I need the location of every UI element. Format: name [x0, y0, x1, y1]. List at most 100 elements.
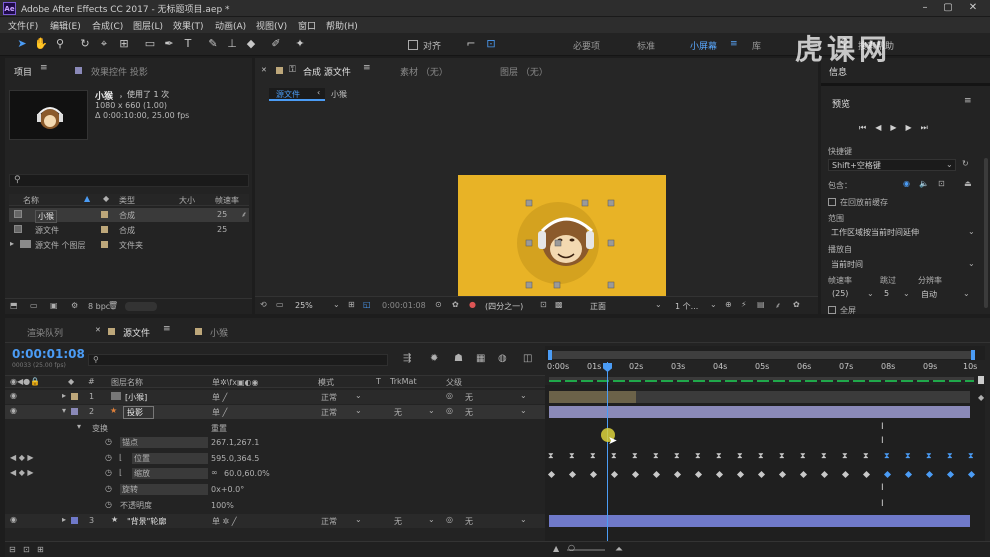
col-name[interactable]: 名称 [23, 195, 39, 206]
parent-select[interactable]: 无 [465, 407, 473, 418]
keyframe[interactable] [547, 470, 556, 479]
close-tab-icon[interactable]: ✕ [95, 326, 101, 334]
col-trkmat[interactable]: TrkMat [390, 377, 417, 386]
interpret-footage-icon[interactable]: ⬒ [10, 301, 18, 310]
lock-icon[interactable]: ⚿ [289, 65, 296, 75]
keyframe[interactable]: ⧗ [611, 451, 617, 461]
workspace-small-screen[interactable]: 小屏幕 [690, 39, 717, 52]
keyframe[interactable]: ⧗ [758, 451, 764, 461]
trkmat-select[interactable]: 无 [394, 516, 402, 527]
constrain-link-icon[interactable]: ∞ [211, 468, 218, 477]
keyframe[interactable] [736, 470, 745, 479]
menu-view[interactable]: 视图(V) [256, 19, 287, 32]
label-column-icon[interactable]: ◆ [68, 377, 74, 386]
property-row[interactable]: ◀ ◆ ▶ ◷ ⌊ 缩放 ∞ 60.0,60.0% [5, 467, 545, 481]
eye-icon[interactable]: ◉ [10, 391, 17, 400]
keyframe-nav-icon[interactable]: ◀ ◆ ▶ [10, 468, 34, 477]
last-frame-icon[interactable]: ⏭ [921, 123, 937, 132]
comp-mini-flowchart-icon[interactable]: ⇶ [403, 353, 411, 364]
layer-switches-toggle-icon[interactable]: ⊟ [9, 545, 16, 554]
stopwatch-active-icon[interactable]: ◷ [105, 453, 112, 462]
menu-effect[interactable]: 效果(T) [173, 19, 204, 32]
eye-icon[interactable]: ◉ [10, 406, 17, 415]
play-icon[interactable]: ▶ [890, 123, 905, 132]
shy-switch-icon[interactable]: 单 ╱ [212, 392, 227, 403]
tab-comp-source[interactable]: 源文件 [123, 326, 150, 339]
layer-bar-monkey[interactable] [549, 391, 636, 403]
color-channel-icon[interactable]: ● [469, 300, 476, 309]
play-from-select[interactable]: 当前时间 [828, 259, 976, 271]
resolution-select[interactable]: 自动 [921, 289, 969, 301]
zoom-slider-handle[interactable]: ○ [568, 543, 575, 552]
stopwatch-active-icon[interactable]: ◷ [105, 468, 112, 477]
project-search-input[interactable]: ⚲ [9, 174, 249, 187]
parent-pickwhip-icon[interactable]: ◎ [446, 406, 453, 415]
fast-preview-icon[interactable]: ⚡ [741, 300, 747, 309]
keyframe-selected[interactable]: ⧗ [947, 451, 953, 461]
close-icon[interactable]: ✕ [966, 1, 980, 15]
keyframe[interactable]: ⧗ [842, 451, 848, 461]
reset-icon[interactable]: ↻ [962, 159, 969, 168]
next-frame-icon[interactable]: ▶ [906, 123, 921, 132]
stopwatch-icon[interactable]: ◷ [105, 437, 112, 446]
chevron-down-icon[interactable]: ⌄ [355, 406, 362, 415]
hand-tool-icon[interactable]: ✋ [34, 37, 48, 51]
maximize-icon[interactable]: ▢ [941, 1, 955, 15]
menu-help[interactable]: 帮助(H) [326, 19, 358, 32]
panel-menu-icon[interactable]: ≡ [363, 63, 371, 73]
zoom-select[interactable]: 25% [295, 301, 313, 310]
motion-blur-icon[interactable]: ◍ [498, 353, 507, 364]
mode-select[interactable]: 正常 [321, 516, 337, 527]
camera-tool-icon[interactable]: ⌖ [97, 37, 111, 51]
tab-composition[interactable]: 合成 源文件 [303, 65, 351, 78]
keyframe[interactable]: ⧗ [590, 451, 596, 461]
keyframe[interactable]: ⧗ [863, 451, 869, 461]
keyframe-selected[interactable] [925, 470, 934, 479]
parent-select[interactable]: 无 [465, 392, 473, 403]
graph-icon[interactable]: ⌊ [119, 468, 122, 477]
keyframe[interactable]: ⧗ [569, 451, 575, 461]
shy-layers-icon[interactable]: ☗ [454, 353, 463, 364]
settings-icon[interactable]: ⚙ [71, 301, 78, 310]
list-item[interactable]: ▸ 源文件 个图层 文件夹 [9, 238, 249, 252]
keyframe[interactable]: ⧗ [695, 451, 701, 461]
trkmat-select[interactable]: 无 [394, 407, 402, 418]
resolution-select[interactable]: (四分之一) [485, 301, 523, 312]
keyframe[interactable] [631, 470, 640, 479]
flowchart-icon[interactable]: ⸙ [775, 300, 781, 311]
keyframe[interactable]: ⧗ [800, 451, 806, 461]
transparency-grid-icon[interactable]: ▩ [555, 300, 563, 309]
chevron-down-icon[interactable]: ⌄ [355, 515, 362, 524]
modes-toggle-icon[interactable]: ⊡ [23, 545, 30, 554]
fit-icon[interactable]: ⊞ [348, 300, 355, 309]
comp-button[interactable] [978, 376, 984, 384]
fullscreen-checkbox[interactable] [828, 306, 836, 314]
property-value[interactable]: 267.1,267.1 [211, 438, 259, 447]
keyframe[interactable]: ⧗ [821, 451, 827, 461]
puppet-tool-icon[interactable]: ✦ [293, 37, 307, 51]
table-row[interactable]: ◉ ▾ 2 ★ 投影 单 ╱ 正常 ⌄ 无 ⌄ ◎ 无 ⌄ [5, 405, 545, 419]
expand-arrow-icon[interactable]: ▸ [62, 515, 66, 524]
keyframe[interactable] [841, 470, 850, 479]
keyframe[interactable] [757, 470, 766, 479]
tab-layer[interactable]: 图层 （无） [500, 65, 548, 78]
stopwatch-icon[interactable]: ◷ [105, 500, 112, 509]
keyframe-selected[interactable] [946, 470, 955, 479]
pan-behind-tool-icon[interactable]: ⊞ [117, 37, 131, 51]
selection-tool-icon[interactable]: ➤ [15, 37, 29, 51]
keyframe-selected[interactable] [883, 470, 892, 479]
chevron-down-icon[interactable]: ⌄ [520, 406, 527, 415]
pen-tool-icon[interactable]: ✒ [162, 37, 176, 51]
toggle-pixel-icon[interactable]: ⊕ [725, 300, 732, 309]
keyframe[interactable] [694, 470, 703, 479]
reset-link[interactable]: 重置 [211, 423, 227, 434]
range-select[interactable]: 工作区域按当前时间延伸 [828, 227, 976, 239]
first-frame-icon[interactable]: ⏮ [859, 123, 875, 132]
workspace-standard[interactable]: 标准 [637, 39, 655, 52]
property-value[interactable]: 60.0,60.0% [224, 469, 270, 478]
menu-file[interactable]: 文件(F) [8, 19, 38, 32]
expand-arrow-icon[interactable]: ▸ [62, 391, 66, 400]
rotate-tool-icon[interactable]: ↻ [78, 37, 92, 51]
frame-blending-icon[interactable]: ▦ [476, 353, 485, 364]
menu-layer[interactable]: 图层(L) [133, 19, 163, 32]
